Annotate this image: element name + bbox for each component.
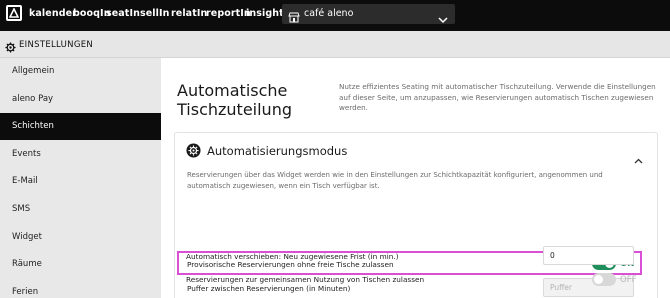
sidebar-item-label: E-Mail bbox=[12, 176, 38, 186]
sidebar-item-label: Allgemein bbox=[12, 66, 55, 76]
settings-title: EINSTELLUNGEN bbox=[19, 40, 94, 50]
main-content: Automatische Tischzuteilung Nutze effizi… bbox=[161, 58, 670, 298]
sidebar-item-events[interactable]: Events bbox=[0, 141, 161, 168]
sidebar-item-aleno-pay[interactable]: aleno Pay bbox=[0, 86, 161, 113]
sidebar-item-ferien[interactable]: Ferien bbox=[0, 279, 161, 298]
sidebar-item-label: Schichten bbox=[12, 121, 54, 131]
settings-header: EINSTELLUNGEN bbox=[0, 31, 670, 58]
chevron-down-icon bbox=[438, 9, 448, 28]
sidebar-item-label: Widget bbox=[12, 232, 42, 242]
sidebar-item-label: aleno Pay bbox=[12, 94, 54, 104]
sidebar-item-allgemein[interactable]: Allgemein bbox=[0, 58, 161, 85]
shared-tables-toggle[interactable] bbox=[592, 273, 616, 286]
toggle-state-label: OFF bbox=[620, 275, 637, 285]
card-title: Automatisierungsmodus bbox=[207, 144, 348, 158]
venue-selector[interactable]: café aleno bbox=[282, 4, 455, 24]
top-navigation-bar: kalender booqIn seatIn sellIn relatIn re… bbox=[0, 0, 670, 31]
sidebar-item-raeume[interactable]: Räume bbox=[0, 251, 161, 278]
nav-item-booqin[interactable]: booqIn bbox=[73, 8, 111, 19]
setting-row-auto-shift: Automatisch verschieben: Neu zugewiesene… bbox=[174, 246, 656, 268]
setting-label: Reservierungen zur gemeinsamen Nutzung v… bbox=[186, 275, 425, 284]
nav-item-relatin[interactable]: relatIn bbox=[171, 8, 207, 19]
sidebar-item-widget[interactable]: Widget bbox=[0, 224, 161, 251]
settings-sidebar: Allgemein aleno Pay Schichten Events E-M… bbox=[0, 58, 161, 298]
storefront-icon bbox=[288, 8, 300, 27]
nav-item-sellin[interactable]: sellIn bbox=[140, 8, 170, 19]
gear-icon bbox=[5, 38, 16, 57]
sidebar-item-sms[interactable]: SMS bbox=[0, 196, 161, 223]
gear-badge-icon bbox=[186, 143, 201, 162]
nav-item-seatin[interactable]: seatIn bbox=[106, 8, 140, 19]
sidebar-item-label: Events bbox=[12, 149, 41, 159]
setting-row-shared-tables: Reservierungen zur gemeinsamen Nutzung v… bbox=[174, 272, 656, 292]
nav-item-kalender[interactable]: kalender bbox=[29, 8, 77, 19]
nav-item-reportin[interactable]: reportIn bbox=[206, 8, 251, 19]
sidebar-item-schichten[interactable]: Schichten bbox=[0, 113, 161, 140]
aleno-logo-icon[interactable] bbox=[6, 5, 22, 21]
sidebar-item-label: SMS bbox=[12, 204, 31, 214]
toggle-knob bbox=[594, 275, 603, 284]
page-title: Automatische Tischzuteilung bbox=[177, 81, 292, 119]
auto-shift-input[interactable] bbox=[543, 246, 634, 265]
sidebar-item-label: Räume bbox=[12, 259, 42, 269]
sidebar-item-label: Ferien bbox=[12, 287, 39, 297]
chevron-up-icon[interactable] bbox=[634, 149, 643, 168]
sidebar-item-e-mail[interactable]: E-Mail bbox=[0, 168, 161, 195]
setting-label: Automatisch verschieben: Neu zugewiesene… bbox=[186, 252, 399, 261]
page-description: Nutze effizientes Seating mit automatisc… bbox=[339, 82, 656, 112]
card-description: Reservierungen über das Widget werden wi… bbox=[187, 171, 603, 190]
venue-name: café aleno bbox=[304, 8, 354, 19]
